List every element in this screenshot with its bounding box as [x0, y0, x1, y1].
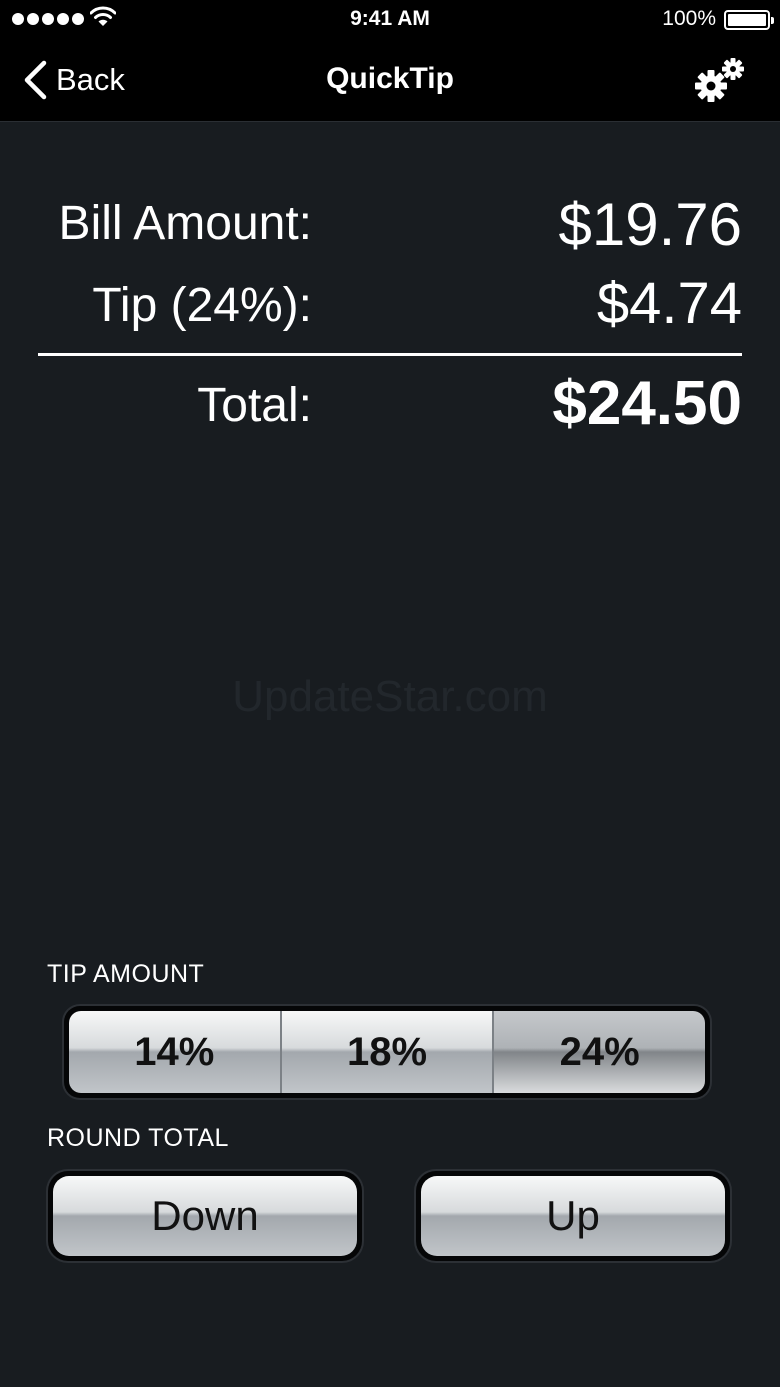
bill-amount-value[interactable]: $19.76	[558, 190, 742, 259]
total-value: $24.50	[552, 369, 742, 438]
status-bar: 9:41 AM 100%	[0, 0, 780, 40]
round-up-button[interactable]: Up	[416, 1171, 730, 1261]
total-label: Total:	[197, 379, 312, 432]
tip-option-24[interactable]: 24%	[494, 1011, 706, 1093]
page-title: QuickTip	[326, 62, 454, 95]
tip-amount-label: TIP AMOUNT	[47, 960, 205, 988]
round-down-button[interactable]: Down	[48, 1171, 362, 1261]
tip-label: Tip (24%):	[92, 279, 312, 332]
navigation-bar: Back QuickTip	[0, 40, 780, 122]
round-total-label: ROUND TOTAL	[47, 1124, 229, 1152]
round-up-label: Up	[421, 1176, 725, 1256]
battery-percent: 100%	[662, 7, 716, 30]
tip-row: Tip (24%): $4.74	[0, 270, 780, 340]
tip-value: $4.74	[596, 271, 742, 336]
battery-icon	[724, 10, 774, 30]
watermark: UpdateStar.com	[232, 672, 548, 721]
bill-amount-label: Bill Amount:	[58, 197, 312, 250]
round-down-label: Down	[53, 1176, 357, 1256]
total-row: Total: $24.50	[0, 368, 780, 440]
tip-option-14[interactable]: 14%	[69, 1011, 282, 1093]
gear-icon[interactable]	[694, 56, 746, 104]
total-divider	[38, 353, 742, 356]
tip-option-18[interactable]: 18%	[281, 1011, 495, 1093]
bill-amount-row: Bill Amount: $19.76	[0, 190, 780, 260]
tip-amount-segmented-control: 14% 18% 24%	[64, 1006, 710, 1098]
